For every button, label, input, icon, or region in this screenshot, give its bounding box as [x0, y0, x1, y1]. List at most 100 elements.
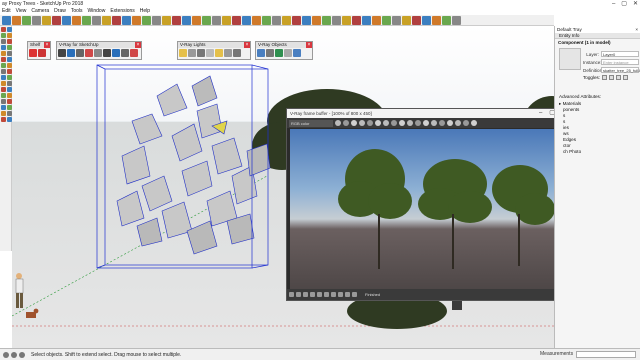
vfb-status-icon[interactable]: [303, 292, 308, 297]
toolbar-tool-icon[interactable]: [62, 16, 71, 25]
vray-tool-icon[interactable]: [76, 49, 84, 57]
toolbar-tool-icon[interactable]: [2, 16, 11, 25]
vray-light-icon[interactable]: [197, 49, 205, 57]
vfb-status-icon[interactable]: [331, 292, 336, 297]
toolbar-tool-icon[interactable]: [312, 16, 321, 25]
instance-input[interactable]: Enter instance name: [601, 59, 639, 70]
menu-edit[interactable]: Edit: [2, 8, 11, 15]
toolbar-tool-icon[interactable]: [192, 16, 201, 25]
vfb-status-icon[interactable]: [289, 292, 294, 297]
vfb-tool-icon[interactable]: [447, 120, 453, 126]
toolbar-tool-icon[interactable]: [342, 16, 351, 25]
vfb-tool-icon[interactable]: [359, 120, 365, 126]
left-tool-icon[interactable]: [1, 63, 6, 68]
left-tool-icon[interactable]: [1, 81, 6, 86]
toolbar-tool-icon[interactable]: [292, 16, 301, 25]
vfb-tool-icon[interactable]: [463, 120, 469, 126]
toolbar-tool-icon[interactable]: [82, 16, 91, 25]
vray-object-icon[interactable]: [257, 49, 265, 57]
shelf-icon[interactable]: [38, 49, 46, 57]
close-icon[interactable]: ✕: [633, 0, 638, 8]
definition-input[interactable]: skatter_tree_25_full.k: [601, 67, 640, 73]
toolbar-tool-icon[interactable]: [242, 16, 251, 25]
vfb-status-icon[interactable]: [310, 292, 315, 297]
toolbar-tool-icon[interactable]: [22, 16, 31, 25]
toolbar-tool-icon[interactable]: [232, 16, 241, 25]
vray-tool-icon[interactable]: [121, 49, 129, 57]
left-tool-icon[interactable]: [1, 93, 6, 98]
toolbar-tool-icon[interactable]: [352, 16, 361, 25]
toolbar-tool-icon[interactable]: [272, 16, 281, 25]
toolbar-tool-icon[interactable]: [12, 16, 21, 25]
geolocation-icon[interactable]: [3, 351, 9, 358]
channel-select[interactable]: RGB color: [289, 119, 333, 127]
toolbar-tool-icon[interactable]: [152, 16, 161, 25]
toolbar-tool-icon[interactable]: [182, 16, 191, 25]
vfb-tool-icon[interactable]: [351, 120, 357, 126]
left-tool-icon[interactable]: [1, 57, 6, 62]
toggle-shadow[interactable]: [616, 75, 622, 80]
toolbar-tool-icon[interactable]: [52, 16, 61, 25]
toolbar-tool-icon[interactable]: [132, 16, 141, 25]
toolbar-tool-icon[interactable]: [252, 16, 261, 25]
toolbar-tool-icon[interactable]: [382, 16, 391, 25]
toolbar-tool-icon[interactable]: [332, 16, 341, 25]
vfb-status-icon[interactable]: [317, 292, 322, 297]
left-tool-icon[interactable]: [1, 117, 6, 122]
toolbar-tool-icon[interactable]: [212, 16, 221, 25]
tray-components[interactable]: ponents: [563, 107, 579, 113]
vfb-tool-icon[interactable]: [399, 120, 405, 126]
close-icon[interactable]: ×: [244, 42, 250, 48]
shelf-icon[interactable]: [29, 49, 37, 57]
toolbar-tool-icon[interactable]: [172, 16, 181, 25]
vray-light-icon[interactable]: [233, 49, 241, 57]
vfb-status-icon[interactable]: [296, 292, 301, 297]
menu-camera[interactable]: Camera: [31, 8, 49, 15]
menu-draw[interactable]: Draw: [54, 8, 66, 15]
left-tool-icon[interactable]: [1, 99, 6, 104]
vray-object-icon[interactable]: [266, 49, 274, 57]
help-icon[interactable]: [19, 351, 25, 358]
left-tool-icon[interactable]: [1, 69, 6, 74]
menu-view[interactable]: View: [16, 8, 27, 15]
left-tool-icon[interactable]: [1, 75, 6, 80]
vfb-tool-icon[interactable]: [335, 120, 341, 126]
toolbar-tool-icon[interactable]: [432, 16, 441, 25]
toolbar-tool-icon[interactable]: [402, 16, 411, 25]
toolbar-tool-icon[interactable]: [442, 16, 451, 25]
vray-light-icon[interactable]: [206, 49, 214, 57]
vfb-tool-icon[interactable]: [375, 120, 381, 126]
close-icon[interactable]: ×: [306, 42, 312, 48]
toolbar-tool-icon[interactable]: [122, 16, 131, 25]
toolbar-tool-icon[interactable]: [302, 16, 311, 25]
vfb-status-icon[interactable]: [345, 292, 350, 297]
toggle-hidden[interactable]: [602, 75, 608, 80]
minimize-icon[interactable]: –: [539, 109, 542, 118]
toggle-receive[interactable]: [623, 75, 629, 80]
left-tool-icon[interactable]: [1, 87, 6, 92]
close-icon[interactable]: ×: [44, 42, 50, 48]
vray-frame-buffer-window[interactable]: V-Ray frame buffer - [100% of 800 x 450]…: [286, 108, 570, 301]
vray-object-icon[interactable]: [284, 49, 292, 57]
toolbar-tool-icon[interactable]: [372, 16, 381, 25]
toolbar-tool-icon[interactable]: [392, 16, 401, 25]
toolbar-tool-icon[interactable]: [322, 16, 331, 25]
vfb-tool-icon[interactable]: [367, 120, 373, 126]
vfb-tool-icon[interactable]: [343, 120, 349, 126]
menu-window[interactable]: Window: [88, 8, 106, 15]
toolbar-tool-icon[interactable]: [42, 16, 51, 25]
left-tool-icon[interactable]: [1, 33, 6, 38]
left-tool-icon[interactable]: [1, 27, 6, 32]
toolbar-tool-icon[interactable]: [362, 16, 371, 25]
menu-help[interactable]: Help: [140, 8, 150, 15]
measurements-input[interactable]: [576, 351, 636, 358]
vray-tool-icon[interactable]: [112, 49, 120, 57]
vfb-tool-icon[interactable]: [455, 120, 461, 126]
toolbar-tool-icon[interactable]: [142, 16, 151, 25]
vray-tool-icon[interactable]: [85, 49, 93, 57]
vray-tool-icon[interactable]: [67, 49, 75, 57]
vfb-status-icon[interactable]: [324, 292, 329, 297]
vray-light-icon[interactable]: [179, 49, 187, 57]
pin-icon[interactable]: ×: [635, 26, 638, 33]
vray-object-icon[interactable]: [275, 49, 283, 57]
